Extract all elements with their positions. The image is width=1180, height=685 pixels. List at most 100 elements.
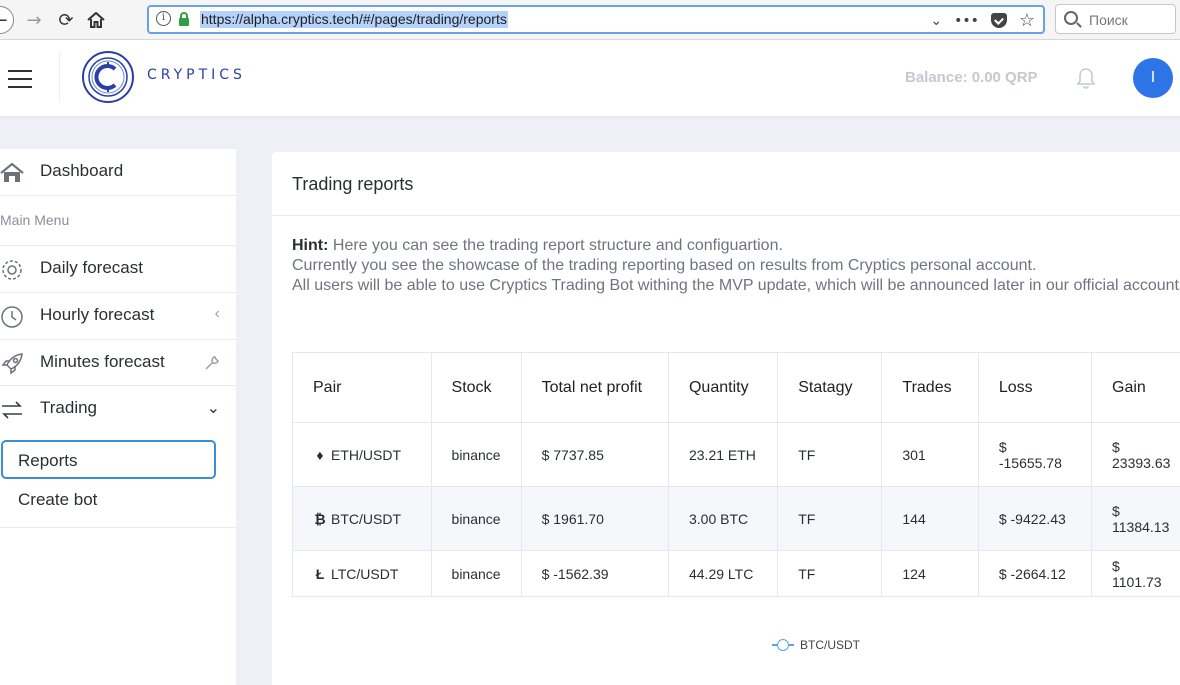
sidebar-item-label: Daily forecast — [40, 258, 143, 277]
column-header[interactable]: Pair — [292, 352, 432, 423]
column-header[interactable]: Trades — [881, 352, 979, 423]
avatar[interactable]: I — [1133, 58, 1173, 98]
hint-line: Here you can see the trading report stru… — [328, 237, 783, 254]
sidebar-item-label: Minutes forecast — [40, 352, 165, 371]
quantity-cell: 3.00 BTC — [667, 486, 779, 551]
logo-text: CRYPTICS — [147, 67, 246, 83]
more-icon[interactable]: ••• — [954, 13, 979, 29]
home-icon — [0, 162, 24, 182]
sidebar-item-dashboard[interactable]: Dashboard — [0, 161, 236, 189]
legend-label: BTC/USDT — [800, 638, 860, 652]
clock-icon — [1, 306, 23, 328]
info-icon[interactable]: i — [156, 11, 171, 26]
search-placeholder: Поиск — [1089, 12, 1128, 28]
profit-cell: $ -1562.39 — [520, 550, 669, 597]
strategy-cell: TF — [777, 486, 883, 551]
pair-cell: ₿ BTC/USDT — [292, 486, 432, 551]
home-icon[interactable] — [82, 6, 110, 34]
sidebar-subitem-label: Reports — [18, 451, 78, 470]
column-header[interactable]: Stock — [430, 352, 522, 423]
address-bar[interactable]: i https://alpha.cryptics.tech/#/pages/tr… — [147, 5, 1045, 34]
chevron-left-icon: ‹ — [214, 305, 220, 322]
chart-legend-item[interactable]: BTC/USDT — [772, 638, 860, 652]
divider — [0, 339, 236, 340]
reports-table: Pair Stock Total net profit Quantity Sta… — [292, 352, 1180, 597]
sidebar-item-hourly-forecast[interactable]: Hourly forecast ‹ — [0, 305, 236, 331]
section-label: Main Menu — [0, 212, 70, 228]
pair-text: LTC/USDT — [331, 565, 399, 582]
table-row[interactable]: ₿ BTC/USDT binance $ 1961.70 3.00 BTC TF … — [292, 486, 1180, 551]
lock-icon — [179, 12, 189, 26]
trades-cell: 301 — [881, 422, 979, 487]
legend-line-marker — [772, 639, 794, 651]
header-divider — [59, 52, 60, 102]
gear-icon — [2, 260, 22, 280]
bookmark-star-icon[interactable]: ☆ — [1019, 10, 1035, 31]
column-header[interactable]: Quantity — [667, 352, 779, 423]
back-icon[interactable]: ← — [0, 6, 14, 34]
profit-cell: $ 7737.85 — [520, 422, 669, 487]
hint-label: Hint: — [292, 237, 329, 254]
reload-icon[interactable]: ⟳ — [52, 6, 80, 34]
bell-icon[interactable] — [1076, 67, 1096, 89]
column-header[interactable]: Statagy — [777, 352, 883, 423]
divider — [0, 527, 236, 528]
pocket-icon[interactable] — [990, 13, 1007, 28]
sidebar: Dashboard Main Menu Daily forecast Hourl… — [0, 149, 236, 685]
trades-cell: 144 — [881, 486, 979, 551]
hint-text: Hint: Here you can see the trading repor… — [292, 236, 1180, 296]
sidebar-item-label: Hourly forecast — [40, 305, 155, 324]
column-header[interactable]: Total net profit — [520, 352, 669, 423]
btc-icon: ₿ — [314, 510, 326, 527]
divider — [0, 292, 236, 293]
sidebar-subitem-create-bot[interactable]: Create bot — [18, 490, 97, 510]
eth-icon: ♦ — [316, 446, 324, 463]
loss-cell: $ -2664.12 — [977, 550, 1093, 597]
balance-text: Balance: 0.00 QRP — [905, 69, 1038, 86]
sidebar-item-label: Dashboard — [40, 161, 124, 180]
trades-cell: 124 — [881, 550, 979, 597]
url-text[interactable]: https://alpha.cryptics.tech/#/pages/trad… — [200, 11, 508, 28]
forward-icon[interactable]: → — [20, 6, 48, 34]
profit-cell: $ 1961.70 — [520, 486, 669, 551]
strategy-cell: TF — [777, 550, 883, 597]
cryptics-logo-icon[interactable] — [81, 50, 135, 104]
hint-line: Currently you see the showcase of the tr… — [292, 257, 1037, 274]
divider — [0, 195, 236, 196]
hint-line: All users will be able to use Cryptics T… — [292, 277, 1180, 294]
arrows-icon — [2, 401, 22, 419]
chevron-down-icon: ⌄ — [206, 400, 220, 417]
column-header[interactable]: Loss — [977, 352, 1093, 423]
table-row[interactable]: ♦ ETH/USDT binance $ 7737.85 23.21 ETH TF… — [292, 422, 1180, 487]
quantity-cell: 23.21 ETH — [667, 422, 779, 487]
sidebar-item-trading[interactable]: Trading ⌄ — [0, 398, 236, 424]
divider — [0, 245, 236, 246]
loss-cell: $ -9422.43 — [977, 486, 1093, 551]
sidebar-subitem-reports[interactable]: Reports — [1, 440, 216, 479]
gain-cell: $ 1101.73 — [1091, 550, 1180, 597]
trading-reports-card: Trading reports Hint: Here you can see t… — [272, 152, 1180, 685]
sidebar-item-label: Trading — [40, 398, 98, 417]
table-header-row: Pair Stock Total net profit Quantity Sta… — [292, 352, 1180, 423]
loss-cell: $ -15655.78 — [977, 422, 1093, 487]
menu-icon[interactable] — [8, 70, 32, 88]
table-row[interactable]: Ł LTC/USDT binance $ -1562.39 44.29 LTC T… — [292, 550, 1180, 597]
search-icon — [1064, 11, 1078, 25]
browser-search-input[interactable]: Поиск — [1055, 4, 1176, 34]
chevron-down-icon[interactable]: ⌄ — [930, 13, 942, 29]
sidebar-item-daily-forecast[interactable]: Daily forecast — [0, 258, 236, 284]
stock-cell: binance — [430, 550, 522, 597]
divider — [0, 385, 236, 386]
pair-cell: Ł LTC/USDT — [292, 550, 432, 597]
rocket-icon — [1, 353, 23, 375]
sidebar-item-minutes-forecast[interactable]: Minutes forecast — [0, 352, 236, 378]
stock-cell: binance — [430, 422, 522, 487]
app-header: CRYPTICS Balance: 0.00 QRP I — [0, 40, 1180, 116]
divider — [272, 215, 1180, 216]
column-header[interactable]: Gain — [1091, 352, 1180, 423]
pair-text: BTC/USDT — [331, 510, 401, 527]
browser-toolbar: ← → ⟳ i https://alpha.cryptics.tech/#/pa… — [0, 0, 1180, 40]
pair-cell: ♦ ETH/USDT — [292, 422, 432, 487]
stock-cell: binance — [430, 486, 522, 551]
ltc-icon: Ł — [315, 565, 325, 582]
